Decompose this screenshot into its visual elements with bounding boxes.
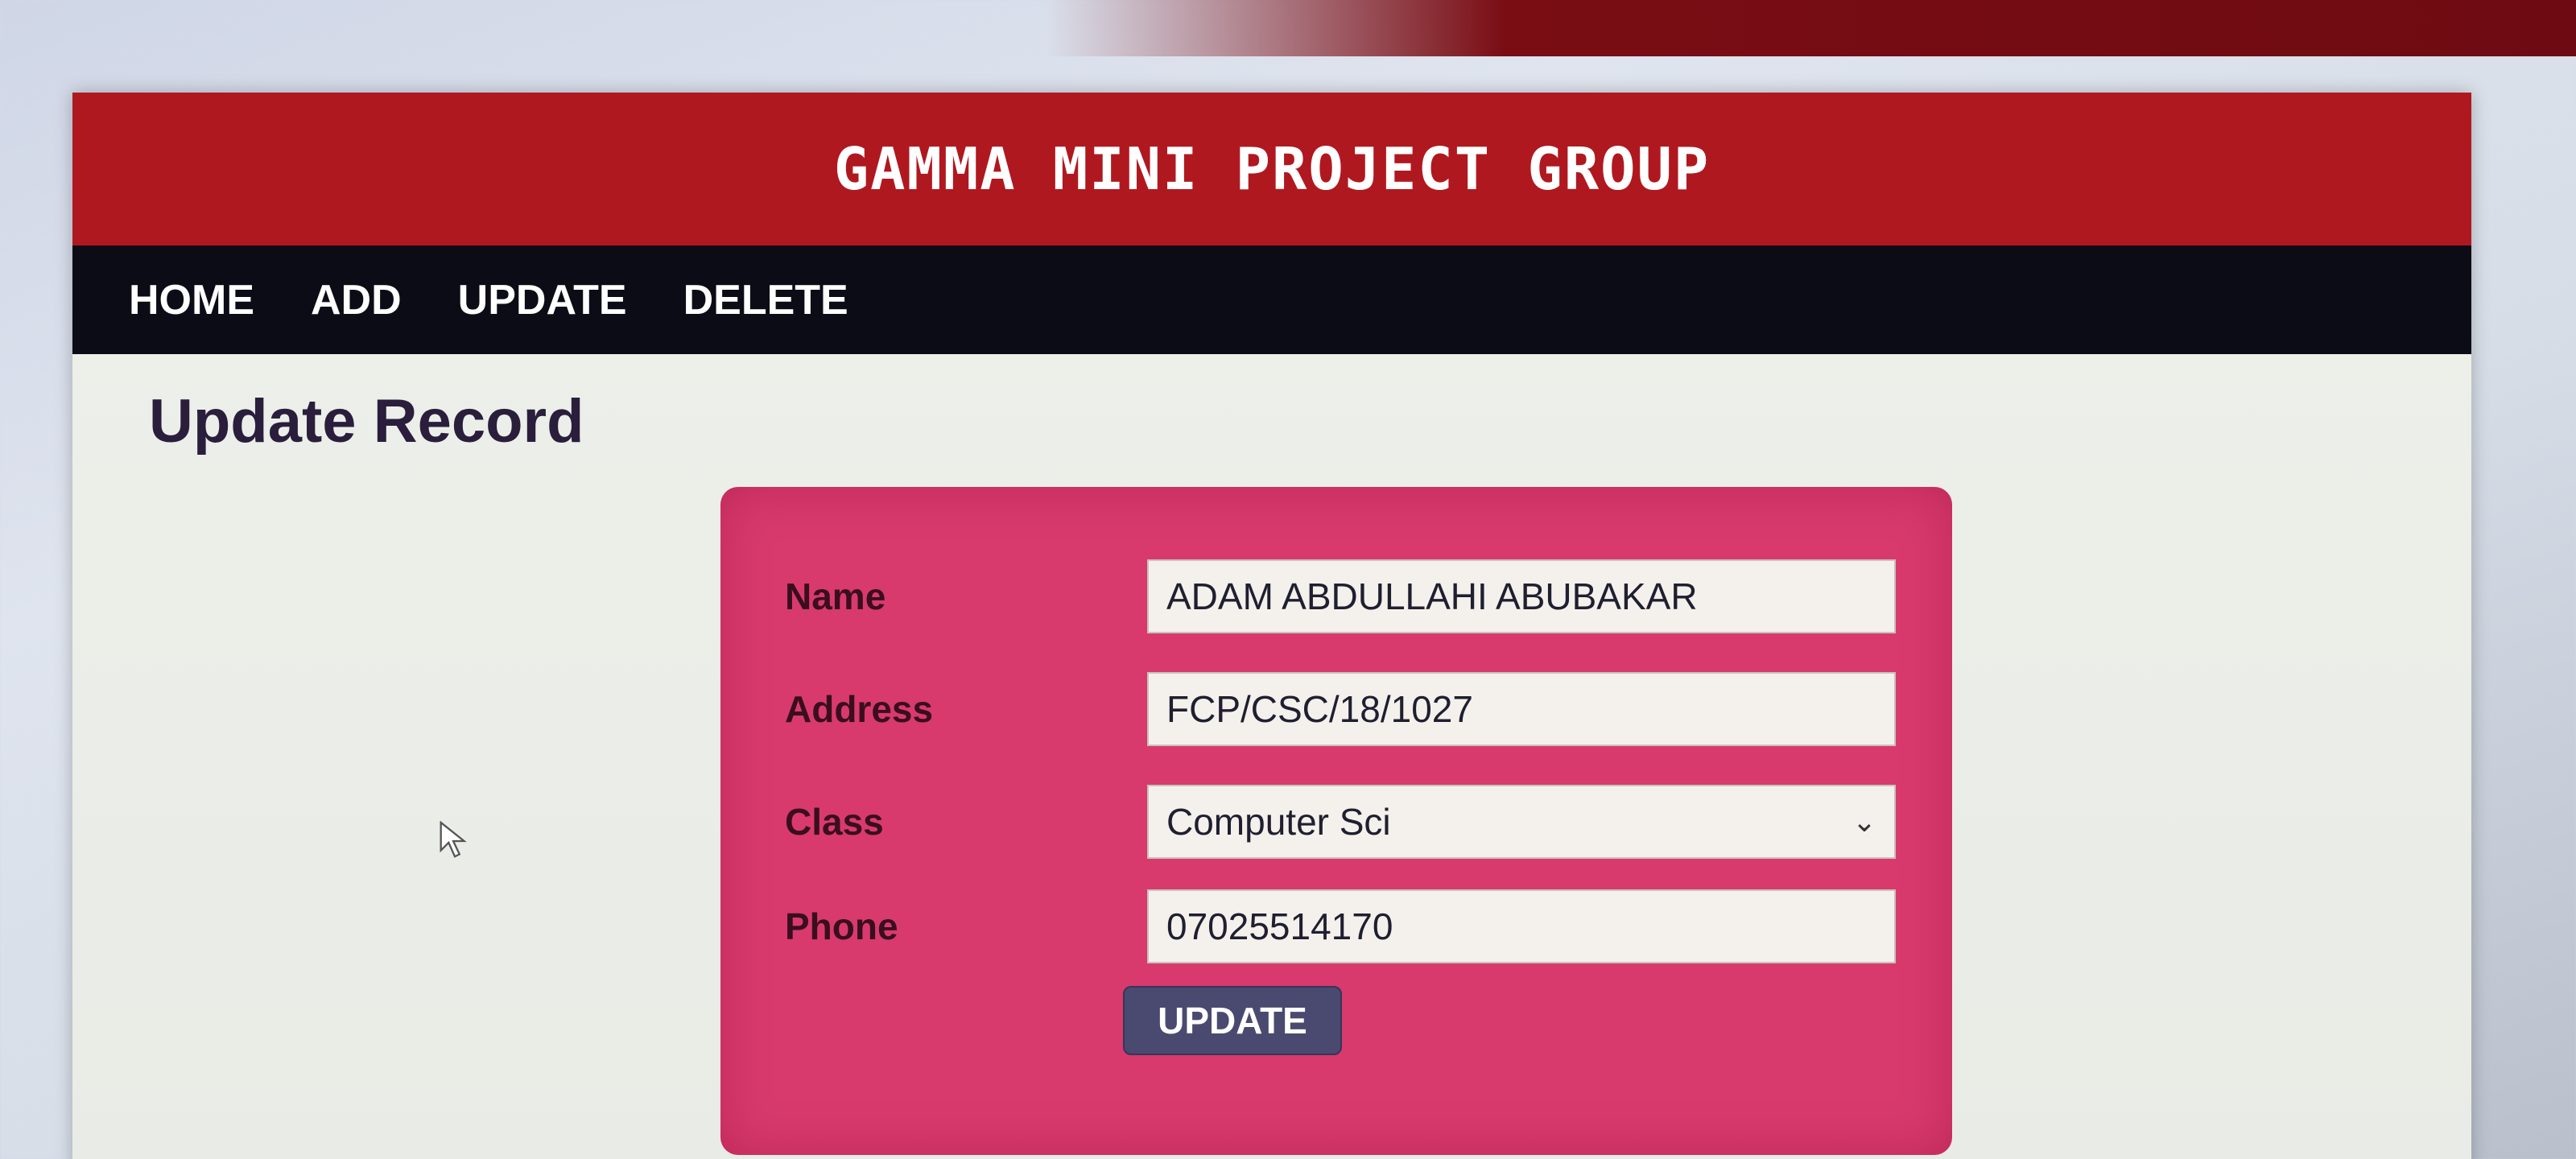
address-input[interactable]: FCP/CSC/18/1027: [1147, 672, 1896, 746]
class-row: Class Computer Sci ⌄: [785, 785, 1896, 859]
nav-home-link[interactable]: HOME: [129, 276, 254, 324]
class-select[interactable]: Computer Sci ⌄: [1147, 785, 1896, 859]
nav-bar: HOME ADD UPDATE DELETE: [72, 245, 2471, 354]
name-input[interactable]: ADAM ABDULLAHI ABUBAKAR: [1147, 559, 1896, 633]
phone-row: Phone 07025514170: [785, 889, 1896, 963]
nav-update-link[interactable]: UPDATE: [458, 276, 627, 324]
nav-add-link[interactable]: ADD: [311, 276, 402, 324]
name-label: Name: [785, 575, 886, 617]
background-strip: [1046, 0, 2576, 56]
browser-page: GAMMA MINI PROJECT GROUP HOME ADD UPDATE…: [72, 93, 2471, 1159]
address-label: Address: [785, 688, 934, 730]
update-button[interactable]: UPDATE: [1123, 986, 1342, 1055]
page-title: Update Record: [149, 387, 584, 456]
site-header: GAMMA MINI PROJECT GROUP: [72, 93, 2471, 245]
nav-delete-link[interactable]: DELETE: [683, 276, 848, 324]
class-label: Class: [785, 801, 884, 843]
name-row: Name ADAM ABDULLAHI ABUBAKAR: [785, 559, 1896, 633]
class-select-value: Computer Sci: [1166, 801, 1391, 843]
phone-input[interactable]: 07025514170: [1147, 889, 1896, 963]
chevron-down-icon: ⌄: [1852, 805, 1876, 838]
phone-label: Phone: [785, 905, 898, 947]
update-form: Name ADAM ABDULLAHI ABUBAKAR Address FCP…: [720, 487, 1952, 1155]
mouse-pointer-icon: [440, 821, 467, 858]
site-title: GAMMA MINI PROJECT GROUP: [833, 135, 1711, 203]
address-row: Address FCP/CSC/18/1027: [785, 672, 1896, 746]
